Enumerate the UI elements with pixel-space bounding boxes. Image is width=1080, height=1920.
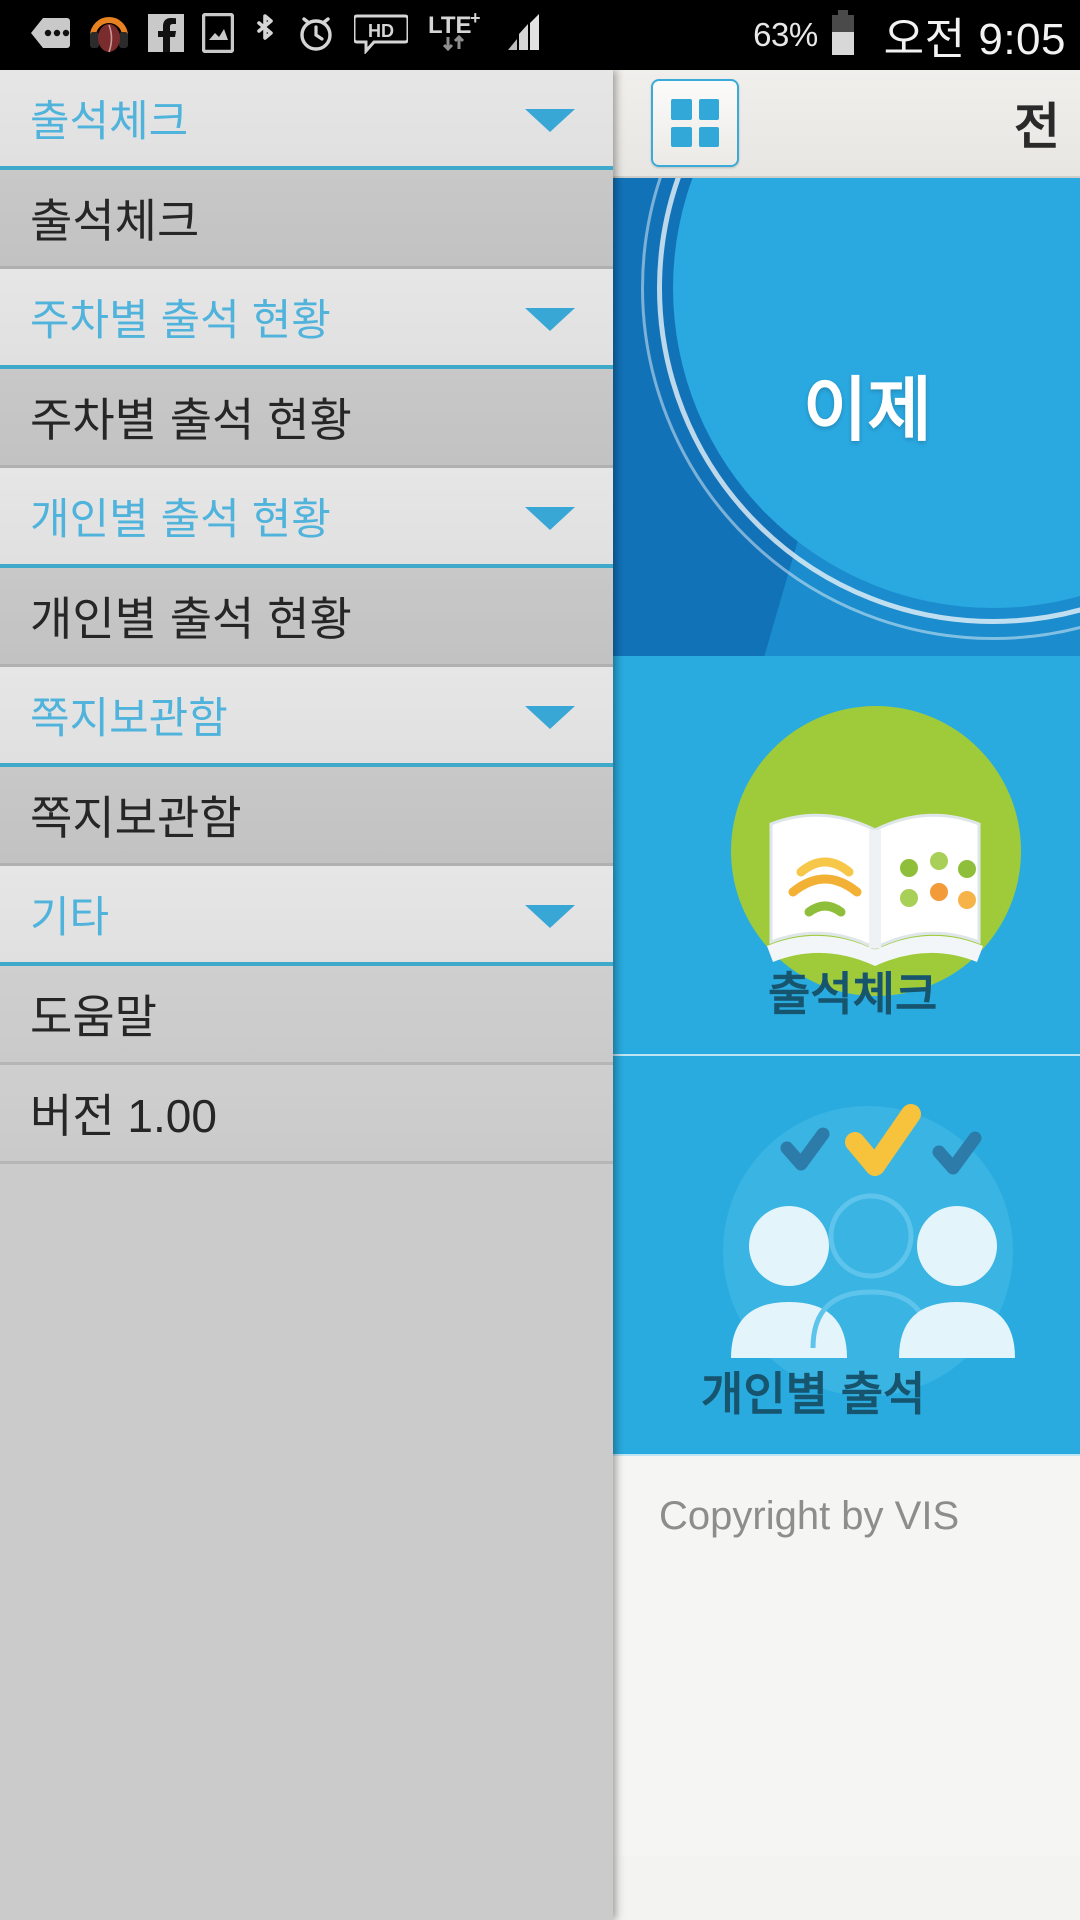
chevron-down-icon[interactable] [525,905,575,928]
drawer-row-label: 쪽지보관함 [30,792,242,844]
grid-cell [698,99,719,120]
chevron-down-icon[interactable] [525,308,575,331]
drawer-item[interactable]: 쪽지보관함 [0,767,613,866]
drawer-row-label: 주차별 출석 현황 [30,394,352,446]
bluetooth-icon [252,12,278,59]
footer: Copyright by VIS [613,1456,1080,1856]
grid-cell [671,99,692,120]
chevron-down-icon[interactable] [525,507,575,530]
drawer-item[interactable]: 버전 1.00 [0,1065,613,1164]
drawer-row-label: 버전 1.00 [30,1090,217,1142]
drawer-group-header[interactable]: 쪽지보관함 [0,667,613,767]
alarm-icon [296,12,336,59]
drawer-item[interactable]: 개인별 출석 현황 [0,568,613,667]
signal-bars-icon [506,12,552,59]
hd-voice-icon: HD [352,12,410,59]
drawer-row-label: 쪽지보관함 [30,695,228,743]
grid-cell [671,126,692,147]
tile-label: 개인별 출석 [701,1368,926,1420]
chevron-down-icon[interactable] [525,706,575,729]
chevron-down-icon[interactable] [525,109,575,132]
battery-icon [830,9,856,61]
gallery-icon [201,12,235,58]
copyright-label: Copyright by VIS [659,1494,960,1538]
drawer-row-label: 출석체크 [30,195,200,247]
messages-icon [30,16,70,55]
status-bar-notification-icons: HD LTE + [30,8,753,60]
grid-cell [698,126,719,147]
svg-text:HD: HD [368,21,394,41]
lte-plus-icon: LTE + [426,8,488,60]
tile-label: 출석체크 [768,968,938,1020]
grid-menu-icon[interactable] [651,79,739,167]
drawer-row-list: 출석체크 출석체크 주차별 출석 현황 주차별 출석 현황 개인별 출석 현황 개인별 출… [0,70,613,1164]
drawer-row-label: 주차별 출석 현황 [30,297,331,345]
tile-attendance-check[interactable]: 출석체크 [613,656,1080,1056]
drawer-item[interactable]: 주차별 출석 현황 [0,369,613,468]
app-screen: 전 이제 출석체크 개인별 출석 Copyright by VIS 출석체크 출… [0,70,1080,1920]
drawer-group-header[interactable]: 출석체크 [0,70,613,170]
navigation-drawer: 출석체크 출석체크 주차별 출석 현황 주차별 출석 현황 개인별 출석 현황 개인별 출… [0,70,613,1920]
drawer-row-label: 도움말 [30,991,157,1043]
status-bar-system-icons: 63% 오전 9:05 [753,3,1066,67]
hero-banner: 이제 [613,178,1080,656]
drawer-row-label: 개인별 출석 현황 [30,496,331,544]
facebook-icon [148,13,184,57]
drawer-group-header[interactable]: 주차별 출석 현황 [0,269,613,369]
music-headphone-icon [88,12,130,59]
people-check-icon [703,1096,1043,1396]
main-content-panel: 전 이제 출석체크 개인별 출석 Copyright by VIS [613,70,1080,1920]
svg-text:LTE: LTE [428,12,472,39]
tile-individual-attendance[interactable]: 개인별 출석 [613,1056,1080,1456]
drawer-group-header[interactable]: 개인별 출석 현황 [0,468,613,568]
status-bar: HD LTE + 63% 오전 9:05 [0,0,1080,70]
action-bar: 전 [613,70,1080,178]
hero-title: 이제 [803,371,932,449]
drawer-item[interactable]: 도움말 [0,966,613,1065]
svg-text:+: + [470,11,481,28]
drawer-item[interactable]: 출석체크 [0,170,613,269]
clock-label: 오전 9:05 [883,15,1066,64]
drawer-row-label: 출석체크 [30,98,189,146]
action-bar-title: 전 [1014,99,1060,155]
drawer-row-label: 기타 [30,894,110,942]
drawer-group-header[interactable]: 기타 [0,866,613,966]
drawer-row-label: 개인별 출석 현황 [30,593,352,645]
battery-percent-label: 63% [753,16,818,53]
